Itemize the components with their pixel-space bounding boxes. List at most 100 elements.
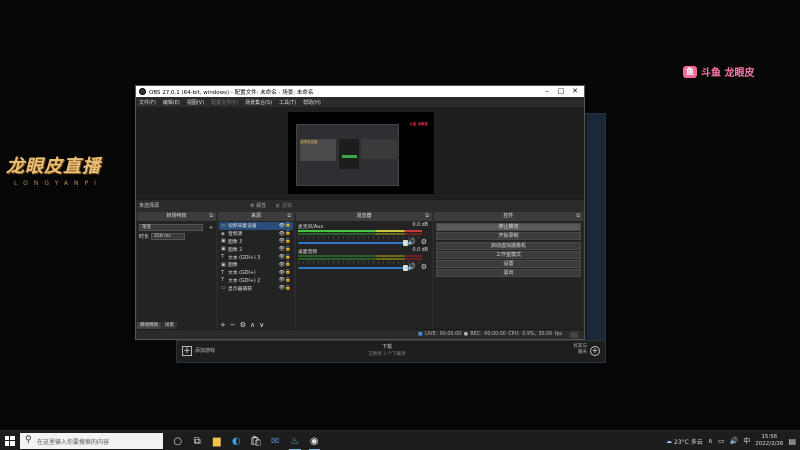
source-item[interactable]: T 文本 (GDI+) 3 👁 🔓 [219, 253, 293, 261]
obs-window[interactable]: OBS 27.0.1 (64-bit, windows) - 配置文件: 未命名… [135, 85, 585, 340]
eye-icon[interactable]: 👁 [279, 277, 285, 283]
menu-view[interactable]: 视图(V) [187, 99, 204, 106]
tray-chevron-icon[interactable]: ∧ [708, 437, 713, 445]
taskbar-clock[interactable]: 15:56 2022/2/26 [755, 434, 783, 448]
edge-browser-icon[interactable]: ◐ [227, 431, 247, 450]
menu-profile[interactable]: 配置文件(P) [211, 99, 238, 106]
sources-list[interactable]: ▭ 视频采集设备 👁 🔓 ◈ 音频源 👁 🔓 ▣ 图像 3 👁 🔓 ▣ 图像 2 👁 🔓 T 文本 (GDI+) … [219, 222, 293, 292]
add-game-link[interactable]: 添加游戏 [195, 347, 215, 354]
source-item[interactable]: ▣ 图像 👁 🔓 [219, 261, 293, 269]
add-transition-icon[interactable]: + [208, 225, 214, 231]
resize-grip[interactable] [570, 332, 578, 338]
exit-button[interactable]: 退出 [436, 269, 581, 278]
friends-chat-link[interactable]: 好友与 聊天 [574, 344, 588, 356]
source-item[interactable]: ▣ 图像 2 👁 🔓 [219, 245, 293, 253]
eye-icon[interactable]: 👁 [279, 285, 285, 291]
eye-icon[interactable]: 👁 [279, 270, 285, 276]
filters-button[interactable]: ◐ 滤镜 [276, 202, 292, 209]
eye-icon[interactable]: 👁 [279, 246, 285, 252]
ime-indicator[interactable]: 中 [743, 436, 750, 446]
add-game-icon[interactable]: + [182, 346, 192, 356]
start-recording-button[interactable]: 开始录制 [436, 232, 581, 241]
dock-float-icon[interactable]: ⧉ [209, 212, 213, 221]
lock-icon[interactable]: 🔓 [285, 223, 291, 228]
move-up-icon[interactable]: ∧ [250, 321, 255, 329]
remove-source-icon[interactable]: − [230, 321, 236, 329]
obs-titlebar[interactable]: OBS 27.0.1 (64-bit, windows) - 配置文件: 未命名… [136, 86, 584, 97]
menu-edit[interactable]: 编辑(E) [163, 99, 180, 106]
mixer-dock-header[interactable]: 混音器 ⧉ [296, 212, 432, 221]
lock-icon[interactable]: 🔓 [285, 247, 291, 252]
lock-icon[interactable]: 🔓 [285, 286, 291, 291]
properties-button[interactable]: ⚙ 属性 [250, 202, 266, 209]
downloads-title[interactable]: 下载 [337, 343, 437, 350]
source-item[interactable]: ▭ 显示器捕获 👁 🔓 [219, 284, 293, 292]
preview-area[interactable]: 龙眼皮直播 斗鱼 龙眼皮 [136, 107, 584, 199]
move-down-icon[interactable]: ∨ [259, 321, 264, 329]
source-item[interactable]: T 文本 (GDI+) 👁 🔓 [219, 269, 293, 277]
douyu-watermark: 鱼 斗鱼 龙眼皮 [683, 64, 754, 79]
volume-slider[interactable] [298, 265, 408, 271]
channel-db: 0.0 dB [412, 248, 429, 253]
store-icon[interactable]: 🛍 [246, 431, 266, 450]
maximize-icon[interactable]: □ [554, 86, 568, 97]
speaker-icon[interactable]: 🔊 [407, 263, 416, 271]
task-view-icon[interactable]: ⧉ [188, 431, 208, 450]
weather-widget[interactable]: ☁ 23°C 多云 [666, 437, 703, 446]
dock-float-icon[interactable]: ⧉ [425, 212, 429, 221]
volume-icon[interactable]: 🔊 [730, 437, 739, 445]
transition-type-select[interactable]: 渐变 [139, 224, 203, 231]
dock-float-icon[interactable]: ⧉ [576, 212, 580, 221]
lock-icon[interactable]: 🔓 [285, 231, 291, 236]
menu-scene-collection[interactable]: 场景集合(S) [245, 99, 272, 106]
transitions-dock-header[interactable]: 转场特效 ⧉ [137, 212, 216, 221]
source-item[interactable]: ◈ 音频源 👁 🔓 [219, 230, 293, 238]
source-item[interactable]: ▣ 图像 3 👁 🔓 [219, 238, 293, 246]
source-item[interactable]: ▭ 视频采集设备 👁 🔓 [219, 222, 293, 230]
lock-icon[interactable]: 🔓 [285, 278, 291, 283]
windows-start-icon[interactable] [5, 436, 15, 446]
studio-mode-button[interactable]: 工作室模式 [436, 250, 581, 259]
source-name: 文本 (GDI+) 3 [228, 255, 261, 261]
mail-icon[interactable]: ✉ [266, 431, 286, 450]
lock-icon[interactable]: 🔓 [285, 255, 291, 260]
menu-file[interactable]: 文件(F) [139, 99, 156, 106]
lock-icon[interactable]: 🔓 [285, 262, 291, 267]
channel-gear-icon[interactable]: ⚙ [421, 263, 427, 271]
minimize-icon[interactable]: – [540, 86, 554, 97]
lock-icon[interactable]: 🔓 [285, 239, 291, 244]
settings-button[interactable]: 设置 [436, 260, 581, 269]
eye-icon[interactable]: 👁 [279, 231, 285, 237]
eye-icon[interactable]: 👁 [279, 254, 285, 260]
add-source-icon[interactable]: + [220, 321, 226, 329]
speaker-icon[interactable]: 🔊 [407, 238, 416, 246]
close-icon[interactable]: ✕ [568, 86, 582, 97]
lock-icon[interactable]: 🔓 [285, 270, 291, 275]
duration-input[interactable]: 250 ms [151, 233, 185, 240]
steam-icon[interactable]: ♨ [285, 431, 305, 450]
stop-streaming-button[interactable]: 停止推流 [436, 223, 581, 231]
source-type-icon: T [221, 254, 225, 261]
cortana-icon[interactable]: ○ [168, 431, 188, 450]
friends-add-icon[interactable]: + [590, 346, 600, 356]
preview-canvas[interactable]: 龙眼皮直播 斗鱼 龙眼皮 [288, 112, 434, 194]
obs-taskbar-icon[interactable]: ◉ [305, 431, 325, 450]
controls-dock-header[interactable]: 控件 ⧉ [434, 212, 583, 221]
virtual-camera-button[interactable]: 启动虚拟摄像机 [436, 241, 581, 250]
taskbar-search-input[interactable]: ⚲ 在这里输入你要搜索的内容 [20, 433, 163, 449]
menu-help[interactable]: 帮助(H) [303, 99, 321, 106]
file-explorer-icon[interactable]: ▆ [207, 431, 227, 450]
eye-icon[interactable]: 👁 [279, 262, 285, 268]
sources-dock-header[interactable]: 来源 ⧉ [218, 212, 294, 221]
notification-icon[interactable]: ▤ [788, 437, 796, 446]
source-settings-icon[interactable]: ⚙ [240, 321, 246, 329]
network-icon[interactable]: ▭ [718, 437, 725, 445]
dock-float-icon[interactable]: ⧉ [287, 212, 291, 221]
eye-icon[interactable]: 👁 [279, 238, 285, 244]
volume-slider[interactable] [298, 240, 408, 246]
eye-icon[interactable]: 👁 [279, 223, 285, 229]
channel-gear-icon[interactable]: ⚙ [421, 238, 427, 246]
launcher-scrollbar[interactable] [587, 114, 605, 362]
source-item[interactable]: T 文本 (GDI+) 2 👁 🔓 [219, 277, 293, 285]
menu-tools[interactable]: 工具(T) [279, 99, 296, 106]
